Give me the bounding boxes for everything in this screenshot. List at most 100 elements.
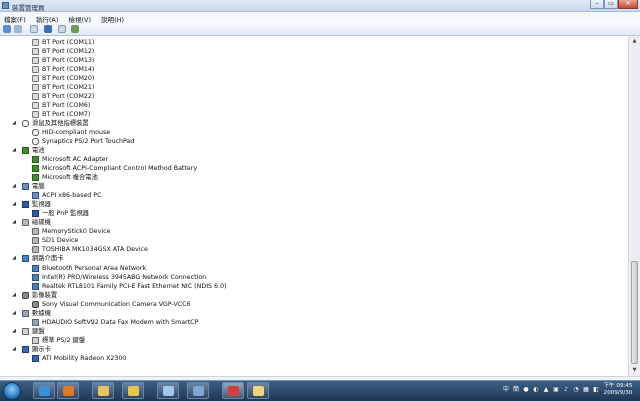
taskbar-button[interactable] [247,382,269,399]
tree-item[interactable]: HDAUDIO SoftV92 Data Fax Modem with Smar… [32,318,198,327]
tree-item[interactable]: Realtek RTL8101 Family PCI-E Fast Ethern… [32,282,227,291]
console-tree-icon[interactable] [58,25,66,33]
collapse-arrow-icon[interactable]: ◢ [11,346,17,352]
tree-category[interactable]: ◢ 監視器 [12,200,51,209]
collapse-arrow-icon[interactable]: ◢ [11,328,17,334]
taskbar-button[interactable] [92,382,114,399]
tray-icon[interactable]: ▲ [542,386,550,394]
minimize-button[interactable]: – [590,0,604,9]
back-icon[interactable] [3,25,11,33]
clock[interactable]: 下午 09:45 2009/9/30 [600,383,636,397]
collapse-arrow-icon[interactable]: ◢ [11,219,17,225]
tree-label: 數據機 [32,309,51,317]
tray-icon[interactable]: ◔ [572,386,580,394]
tree-item[interactable]: BT Port (COM7) [32,110,90,119]
tree-item[interactable]: BT Port (COM12) [32,47,94,56]
tray-icon[interactable]: ◐ [532,386,540,394]
vertical-scrollbar[interactable]: ▲ ▼ [628,36,640,376]
collapse-arrow-icon[interactable]: ◢ [11,255,17,261]
tree-item[interactable]: ATI Mobility Radeon X2300 [32,354,126,363]
port-icon [32,39,39,46]
modem-icon [32,318,39,326]
collapse-arrow-icon[interactable]: ◢ [11,292,17,298]
collapse-arrow-icon[interactable]: ◢ [11,201,17,207]
collapse-arrow-icon[interactable]: ◢ [11,310,17,316]
tree-item[interactable]: BT Port (COM21) [32,83,94,92]
clock-date: 2009/9/30 [603,390,633,396]
tree-category[interactable]: ◢ 鍵盤 [12,327,45,336]
tree-label: BT Port (COM11) [42,39,95,46]
tree-item[interactable]: Microsoft 複合電池 [32,173,98,182]
scan-hardware-icon[interactable] [71,25,79,33]
tree-item[interactable]: Synaptics PS/2 Port TouchPad [32,137,134,146]
tree-item[interactable]: Microsoft AC Adapter [32,155,108,164]
tree-category[interactable]: ◢ 網路介面卡 [12,254,63,263]
collapse-arrow-icon[interactable]: ◢ [11,147,17,153]
device-tree: BT Port (COM11) BT Port (COM12) BT Port (C… [0,36,628,376]
tree-item[interactable]: 標準 PS/2 鍵盤 [32,336,85,345]
scroll-down-icon[interactable]: ▼ [630,366,639,375]
tree-category[interactable]: ◢ 顯示卡 [12,345,51,354]
taskbar-button[interactable] [222,382,244,399]
collapse-arrow-icon[interactable]: ◢ [11,120,17,126]
tree-item[interactable]: BT Port (COM6) [32,101,90,110]
tree-item[interactable]: Microsoft ACPI-Compliant Control Method … [32,164,197,173]
tray-icon[interactable]: ◧ [592,386,600,394]
tree-item[interactable]: BT Port (COM11) [32,38,94,47]
tree-category[interactable]: ◢ 電池 [12,146,45,155]
tree-item[interactable]: Intel(R) PRO/Wireless 3945ABG Network Co… [32,273,206,282]
tray-icon[interactable]: ▦ [582,386,590,394]
tree-label: 電腦 [32,183,45,191]
port-icon [32,102,39,110]
help-icon[interactable] [44,25,52,33]
tree-item[interactable]: Bluetooth Personal Area Network [32,264,146,273]
forward-icon[interactable] [14,25,22,33]
tray-icon[interactable]: ● [522,386,530,394]
scroll-thumb[interactable] [631,261,638,364]
tree-item[interactable]: Sony Visual Communication Camera VGP-VCC… [32,300,191,309]
keyboard-icon [32,336,39,344]
tree-item[interactable]: BT Port (COM22) [32,92,94,101]
window-icon [163,386,174,396]
tree-category[interactable]: ◢ 數據機 [12,309,51,318]
tree-category[interactable]: ◢ 電腦 [12,182,45,191]
tree-item[interactable]: BT Port (COM13) [32,56,94,65]
properties-icon[interactable] [30,25,38,33]
tray-icon[interactable]: ♪ [562,386,570,394]
tree-label: MemoryStick0 Device [42,228,111,236]
tree-label: Intel(R) PRO/Wireless 3945ABG Network Co… [42,273,207,281]
taskbar-button[interactable] [122,382,144,399]
mouse-icon [22,120,29,128]
computer-icon [22,183,29,191]
tree-item[interactable]: BT Port (COM14) [32,65,94,74]
start-button[interactable] [3,382,21,400]
tree-label: TOSHIBA MK1034GSX ATA Device [42,246,148,254]
tray-icon[interactable]: 中 [502,386,510,394]
tree-label: Microsoft ACPI-Compliant Control Method … [42,165,198,173]
tree-item[interactable]: HID-compliant mouse [32,128,110,137]
scroll-up-icon[interactable]: ▲ [630,37,639,46]
collapse-arrow-icon[interactable]: ◢ [11,183,17,189]
taskbar-button[interactable] [157,382,179,399]
tree-item[interactable]: BT Port (COM20) [32,74,94,83]
close-button[interactable]: ✕ [618,0,638,9]
taskbar-button[interactable] [57,382,79,399]
maximize-button[interactable]: ▭ [604,0,618,9]
tree-item[interactable]: ACPI x86-based PC [32,191,101,200]
tree-label: 監視器 [32,201,51,209]
tree-item[interactable]: MemoryStick0 Device [32,227,110,236]
tree-category[interactable]: ◢ 影像裝置 [12,291,57,300]
tree-item[interactable]: TOSHIBA MK1034GSX ATA Device [32,245,148,254]
tree-category[interactable]: ◢ 磁碟機 [12,218,51,227]
taskbar-button[interactable] [33,382,55,399]
tree-label: Microsoft AC Adapter [42,156,109,164]
tree-label: BT Port (COM7) [42,111,91,119]
tray-icon[interactable]: ▣ [552,386,560,394]
tree-category[interactable]: ◢ 滑鼠及其他指標裝置 [12,119,89,128]
tree-item[interactable]: SD1 Device [32,236,78,245]
network-icon [32,264,39,272]
tree-item[interactable]: 一般 PnP 監視器 [32,209,89,218]
taskbar-button[interactable] [187,382,209,399]
tray-icon[interactable]: 簡 [512,386,520,394]
keyboard-icon [22,327,29,335]
